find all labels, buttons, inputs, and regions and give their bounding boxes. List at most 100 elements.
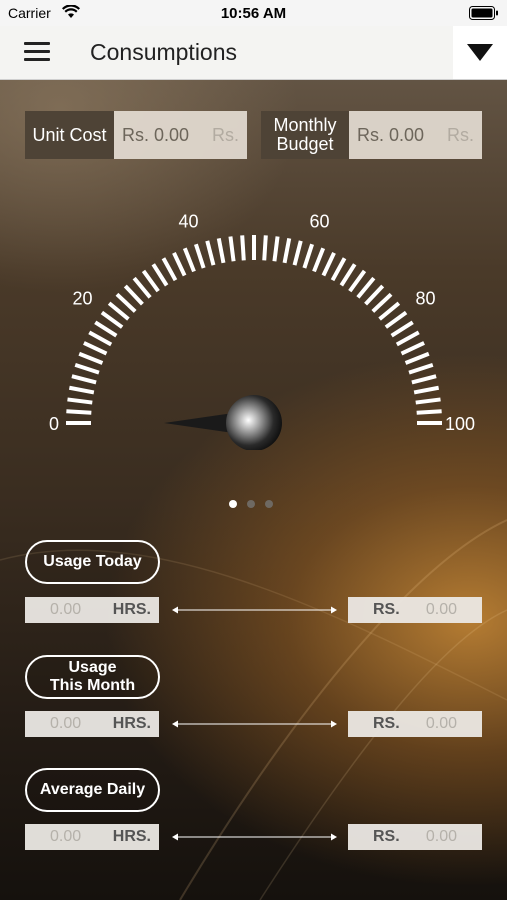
- gauge-tick: [312, 247, 326, 273]
- monthly-budget-label: Monthly Budget: [261, 111, 349, 159]
- monthly-budget-unit: Rs.: [447, 124, 474, 145]
- gauge-tick: [107, 301, 130, 321]
- battery-icon: [469, 6, 498, 20]
- monthly-budget-group: Monthly Budget Rs. 0.00 Rs.: [261, 111, 482, 159]
- gauge-tick: [384, 310, 408, 329]
- gauge-tick: [132, 276, 152, 299]
- gauge-tick: [364, 284, 385, 306]
- average-daily-rs-label: RS.: [373, 828, 400, 845]
- gauge-tick: [292, 240, 303, 266]
- page-dot-1[interactable]: [229, 500, 237, 508]
- usage-today-hours-label: HRS.: [112, 601, 151, 618]
- gauge-tick: [66, 409, 92, 415]
- gauge-tick: [83, 341, 108, 356]
- gauge-tick: [415, 397, 441, 405]
- usage-month-rs-box: RS. 0.00: [348, 711, 482, 737]
- usage-today-rs-box: RS. 0.00: [348, 597, 482, 623]
- gauge-tick: [330, 257, 347, 282]
- gauge-tick: [123, 284, 144, 306]
- triangle-down-icon: [467, 44, 493, 61]
- gauge-tick: [302, 243, 314, 269]
- gauge-tick: [272, 236, 280, 262]
- gauge-tick-label: 100: [445, 414, 475, 434]
- double-arrow-icon: [172, 833, 337, 841]
- gauge-tick: [67, 397, 93, 405]
- usage-today-button[interactable]: Usage Today: [25, 540, 160, 584]
- monthly-budget-input[interactable]: Rs. 0.00 Rs.: [349, 111, 482, 159]
- gauge-tick: [404, 351, 430, 365]
- gauge-tick: [94, 320, 118, 338]
- gauge-tick: [194, 243, 206, 269]
- double-arrow-icon: [172, 606, 337, 614]
- usage-this-month-button[interactable]: Usage This Month: [25, 655, 160, 699]
- usage-month-hours-label: HRS.: [112, 715, 151, 732]
- page-dot-3[interactable]: [265, 500, 273, 508]
- gauge-tick: [240, 235, 246, 261]
- gauge-tick: [282, 237, 292, 264]
- gauge-tick: [321, 252, 336, 277]
- average-daily-rs-box: RS. 0.00: [348, 824, 482, 850]
- gauge-tick: [378, 301, 401, 321]
- gauge-tick: [115, 292, 137, 313]
- gauge-tick: [390, 320, 414, 338]
- gauge-tick: [339, 263, 357, 287]
- gauge-tick-label: 80: [415, 288, 435, 308]
- gauge-tick: [151, 263, 169, 287]
- average-daily-button[interactable]: Average Daily: [25, 768, 160, 812]
- gauge-tick: [182, 247, 196, 273]
- gauge-tick: [400, 341, 425, 356]
- navigation-bar: Consumptions: [0, 26, 507, 80]
- gauge-hub: [226, 395, 282, 450]
- unit-cost-input[interactable]: Rs. 0.00 Rs.: [114, 111, 247, 159]
- hamburger-menu-icon: [24, 42, 50, 45]
- usage-today-rs-label: RS.: [373, 601, 400, 618]
- usage-month-rs-value: 0.00: [425, 715, 457, 732]
- unit-cost-value: Rs. 0.00: [122, 124, 190, 145]
- gauge-tick: [88, 330, 113, 347]
- usage-month-hours-box: 0.00 HRS.: [25, 711, 159, 737]
- gauge-tick: [205, 240, 216, 266]
- page-title: Consumptions: [90, 39, 238, 65]
- average-daily-rs-value: 0.00: [425, 828, 457, 845]
- status-time: 10:56 AM: [220, 5, 287, 22]
- gauge-tick: [161, 257, 178, 282]
- gauge-ticks: [66, 235, 442, 425]
- usage-today-rs-value: 0.00: [425, 601, 457, 618]
- gauge-tick: [71, 374, 97, 385]
- gauge-tick: [74, 363, 100, 375]
- page-dot-2[interactable]: [247, 500, 255, 508]
- gauge-tick: [141, 269, 160, 293]
- usage-today-hours-box: 0.00 HRS.: [25, 597, 159, 623]
- consumption-gauge: 0 20 40 60 80 100: [49, 211, 475, 450]
- gauge-tick: [172, 252, 187, 277]
- gauge-tick: [78, 351, 104, 365]
- unit-cost-unit: Rs.: [212, 124, 239, 145]
- gauge-tick: [413, 385, 440, 395]
- gauge-tick: [228, 236, 236, 262]
- gauge-tick: [262, 235, 268, 261]
- unit-cost-label: Unit Cost: [25, 111, 114, 159]
- gauge-tick-label: 20: [72, 288, 92, 308]
- gauge-tick-label: 40: [178, 211, 198, 231]
- usage-month-rs-label: RS.: [373, 715, 400, 732]
- gauge-tick-label: 0: [49, 414, 59, 434]
- average-daily-hours-value: 0.00: [50, 828, 82, 845]
- average-daily-hours-box: 0.00 HRS.: [25, 824, 159, 850]
- gauge-tick: [356, 276, 376, 299]
- gauge-tick: [371, 292, 393, 313]
- gauge-tick: [411, 374, 437, 385]
- dropdown-button[interactable]: [453, 26, 507, 79]
- usage-month-hours-value: 0.00: [50, 715, 82, 732]
- gauge-tick: [100, 310, 124, 329]
- gauge-tick: [348, 269, 367, 293]
- menu-button[interactable]: [22, 40, 52, 66]
- gauge-tick-label: 60: [309, 211, 329, 231]
- status-bar: Carrier 10:56 AM: [0, 0, 507, 26]
- gauge-tick: [408, 363, 434, 375]
- gauge-tick: [395, 330, 420, 347]
- gauge-tick: [216, 237, 226, 264]
- double-arrow-icon: [172, 720, 337, 728]
- page-indicator[interactable]: [229, 500, 273, 508]
- gauge-tick: [68, 385, 95, 395]
- average-daily-hours-label: HRS.: [112, 828, 151, 845]
